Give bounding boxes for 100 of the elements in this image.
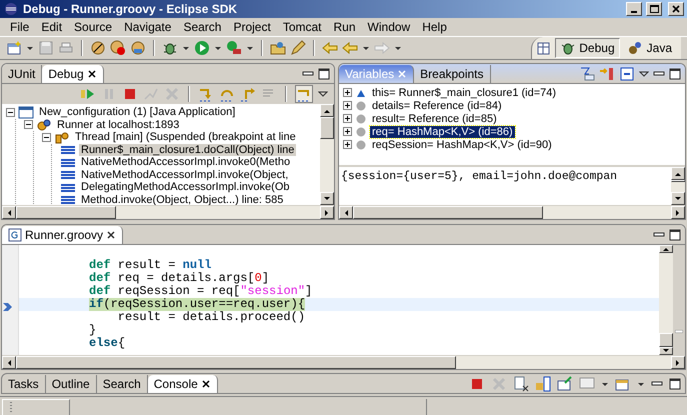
- tree-item[interactable]: New_configuration (1) [Java Application]: [37, 106, 238, 118]
- dropdown-icon[interactable]: [394, 45, 402, 51]
- menu-item[interactable]: Run: [328, 20, 362, 34]
- down-arrow-icon: [662, 348, 670, 354]
- view-tab[interactable]: Console: [148, 374, 218, 392]
- maximize-icon[interactable]: [669, 68, 681, 80]
- collapse-icon[interactable]: [42, 132, 51, 142]
- down-arrow-icon: [323, 196, 331, 202]
- code-line: def reqSession = req["session"]: [89, 285, 312, 298]
- open-perspective-icon[interactable]: [536, 40, 552, 56]
- scroll-right-button[interactable]: [320, 206, 334, 219]
- expand-icon[interactable]: [343, 127, 352, 136]
- dropdown-icon[interactable]: [182, 45, 190, 51]
- scroll-left-button[interactable]: [339, 206, 353, 219]
- server-stop-icon[interactable]: [110, 40, 126, 56]
- window-title: Debug - Runner.groovy - Eclipse SDK: [23, 2, 238, 16]
- collapse-icon[interactable]: [24, 120, 33, 130]
- collapse-all-icon[interactable]: [619, 66, 635, 82]
- view-tab[interactable]: Debug: [42, 64, 104, 82]
- tree-item[interactable]: NativeMethodAccessorImpl.invoke0(Metho: [79, 156, 292, 168]
- dropdown-icon[interactable]: [601, 380, 609, 386]
- open-folder-icon[interactable]: [270, 40, 286, 56]
- variable-item[interactable]: req= HashMap<K,V> (id=86): [370, 126, 515, 138]
- scroll-left-button[interactable]: [2, 356, 16, 369]
- scroll-down-button[interactable]: [671, 192, 685, 205]
- expand-icon[interactable]: [343, 88, 352, 97]
- show-type-names-icon[interactable]: [579, 66, 595, 82]
- overview-marker-icon: [675, 330, 683, 333]
- pin-console-icon[interactable]: [557, 376, 573, 392]
- scroll-right-button[interactable]: [671, 206, 685, 219]
- expand-icon[interactable]: [343, 140, 352, 149]
- show-logical-structure-icon[interactable]: [599, 66, 615, 82]
- scroll-up-button[interactable]: [320, 104, 334, 117]
- menu-item[interactable]: Source: [68, 20, 118, 34]
- tree-item[interactable]: Runner at localhost:1893: [55, 118, 182, 131]
- scroll-up-button[interactable]: [671, 167, 685, 180]
- new-window-icon[interactable]: [6, 40, 22, 56]
- minimize-button[interactable]: [626, 2, 642, 16]
- menu-item[interactable]: Search: [177, 20, 228, 34]
- maximize-button[interactable]: [646, 2, 662, 16]
- menu-item[interactable]: File: [4, 20, 36, 34]
- perspective-button[interactable]: Java: [622, 38, 677, 58]
- variable-item[interactable]: result= Reference (id=85): [370, 112, 499, 124]
- dropdown-icon[interactable]: [637, 380, 645, 386]
- stack-frame-icon: [60, 182, 76, 193]
- clear-console-icon[interactable]: [513, 376, 529, 392]
- close-icon[interactable]: [86, 68, 97, 78]
- stack-frame-icon: [60, 156, 76, 168]
- maximize-icon[interactable]: [318, 68, 330, 80]
- step-into-icon[interactable]: [198, 86, 214, 102]
- menu-item[interactable]: Project: [227, 20, 277, 34]
- tree-item[interactable]: Method.invoke(Object, Object...) line: 585: [79, 194, 286, 205]
- variable-item[interactable]: reqSession= HashMap<K,V> (id=90): [370, 138, 554, 150]
- expand-icon[interactable]: [343, 114, 352, 123]
- maximize-icon[interactable]: [669, 228, 681, 240]
- close-icon[interactable]: [106, 230, 116, 240]
- dropdown-icon[interactable]: [26, 45, 34, 51]
- variable-item[interactable]: this= Runner$_main_closure1 (id=74): [370, 86, 558, 98]
- menu-item[interactable]: Tomcat: [276, 20, 328, 34]
- terminate-icon[interactable]: [122, 86, 138, 102]
- view-tab[interactable]: Tasks: [2, 374, 46, 392]
- application-icon: [18, 105, 34, 120]
- view-menu-icon[interactable]: [318, 90, 328, 98]
- scroll-up-button[interactable]: [659, 245, 673, 254]
- tree-item[interactable]: NativeMethodAccessorImpl.invoke(Object,: [79, 168, 290, 181]
- editor-tab[interactable]: Runner.groovy: [2, 226, 124, 244]
- tree-item[interactable]: Thread [main] (Suspended (breakpoint at line: [73, 131, 298, 144]
- scroll-lock-icon[interactable]: [535, 376, 551, 392]
- dropdown-icon[interactable]: [214, 45, 222, 51]
- scroll-down-button[interactable]: [320, 192, 334, 205]
- dropdown-icon[interactable]: [362, 45, 370, 51]
- java-icon: [628, 40, 644, 56]
- maximize-icon[interactable]: [669, 378, 681, 390]
- close-icon: [672, 5, 680, 13]
- stack-frame-icon: [60, 169, 76, 180]
- view-tab[interactable]: Outline: [46, 374, 97, 392]
- server-restart-icon[interactable]: [130, 40, 146, 56]
- perspective-button[interactable]: Debug: [555, 38, 620, 58]
- server-start-icon[interactable]: [90, 40, 106, 56]
- menu-item[interactable]: Edit: [35, 20, 68, 34]
- menu-item[interactable]: Window: [362, 20, 416, 34]
- close-icon[interactable]: [200, 378, 211, 388]
- tree-item[interactable]: Runner$_main_closure1.doCall(Object) line: [79, 144, 296, 156]
- pencil-icon[interactable]: [290, 40, 306, 56]
- menu-item[interactable]: Navigate: [118, 20, 178, 34]
- close-button[interactable]: [668, 2, 684, 16]
- menu-item[interactable]: Help: [416, 20, 453, 34]
- scroll-right-button[interactable]: [671, 356, 685, 369]
- variable-item[interactable]: details= Reference (id=84): [370, 100, 504, 112]
- view-tab[interactable]: Breakpoints: [414, 64, 491, 82]
- code-line: def req = details.args[0]: [89, 272, 270, 285]
- up-arrow-icon: [662, 246, 670, 252]
- scroll-left-button[interactable]: [2, 206, 16, 219]
- collapse-icon[interactable]: [6, 108, 15, 117]
- expand-icon[interactable]: [343, 101, 352, 110]
- dropdown-icon[interactable]: [246, 45, 254, 51]
- grip-icon: [9, 401, 13, 415]
- external-tools-icon[interactable]: [226, 40, 242, 56]
- view-menu-icon[interactable]: [639, 70, 649, 78]
- tree-item[interactable]: DelegatingMethodAccessorImpl.invoke(Ob: [79, 181, 292, 194]
